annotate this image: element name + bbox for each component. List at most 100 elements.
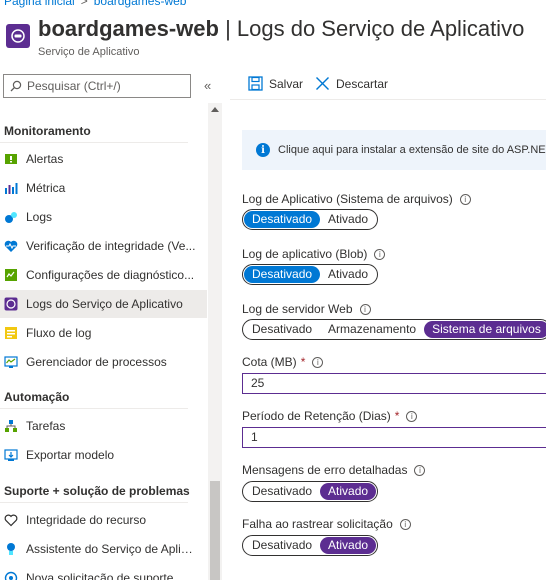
search-placeholder: Pesquisar (Ctrl+/) bbox=[27, 79, 121, 93]
sidebar-item-label: Exportar modelo bbox=[26, 448, 115, 462]
sidebar-item-metrics[interactable]: Métrica bbox=[0, 174, 207, 202]
sidebar-item-resource-health[interactable]: Integridade do recurso bbox=[0, 506, 207, 534]
field-label-text: Log de Aplicativo (Sistema de arquivos) bbox=[242, 192, 453, 206]
sidebar-item-export-template[interactable]: Exportar modelo bbox=[0, 441, 207, 469]
sidebar-item-label: Gerenciador de processos bbox=[26, 355, 167, 369]
app-log-fs-toggle[interactable]: Desativado Ativado bbox=[242, 209, 379, 230]
sidebar-item-support-request[interactable]: Nova solicitação de suporte bbox=[0, 564, 207, 580]
field-label-text: Falha ao rastrear solicitação bbox=[242, 517, 393, 531]
divider bbox=[0, 502, 188, 503]
field-label-text: Período de Retenção (Dias) bbox=[242, 409, 391, 423]
required-marker: * bbox=[300, 355, 306, 369]
sidebar-item-label: Fluxo de log bbox=[26, 326, 92, 340]
info-icon: i bbox=[256, 143, 270, 157]
option-file-system[interactable]: Sistema de arquivos bbox=[424, 321, 546, 338]
sidebar-item-diagnostic-settings[interactable]: Configurações de diagnóstico... bbox=[0, 261, 207, 289]
sidebar-item-process-explorer[interactable]: Gerenciador de processos bbox=[0, 348, 207, 376]
sidebar-item-app-service-advisor[interactable]: Assistente do Serviço de Aplic... bbox=[0, 535, 207, 563]
sidebar-item-label: Configurações de diagnóstico... bbox=[26, 268, 195, 282]
info-tooltip-icon[interactable]: i bbox=[312, 356, 324, 368]
app-service-icon bbox=[6, 24, 30, 48]
process-explorer-icon bbox=[4, 355, 18, 369]
app-service-logs-icon bbox=[4, 297, 18, 311]
option-off[interactable]: Desativado bbox=[244, 537, 320, 554]
section-monitoring: Monitoramento bbox=[4, 124, 91, 138]
sidebar: Pesquisar (Ctrl+/) « Monitoramento Alert… bbox=[0, 70, 222, 580]
info-banner-text: Clique aqui para instalar a extensão de … bbox=[278, 144, 546, 156]
sidebar-item-label: Tarefas bbox=[26, 419, 66, 433]
save-label: Salvar bbox=[269, 76, 304, 91]
collapse-sidebar-button[interactable]: « bbox=[204, 78, 211, 93]
sidebar-scrollbar[interactable] bbox=[208, 103, 222, 580]
failed-request-tracing-toggle[interactable]: Desativado Ativado bbox=[242, 535, 379, 556]
scrollbar-thumb[interactable] bbox=[210, 481, 220, 580]
main-content: Salvar Descartar i Clique aqui para inst… bbox=[230, 70, 546, 580]
retention-label: Período de Retenção (Dias) * i bbox=[242, 409, 418, 423]
toolbar: Salvar Descartar bbox=[230, 70, 546, 100]
search-icon bbox=[10, 80, 22, 92]
detailed-errors-label: Mensagens de erro detalhadas i bbox=[242, 463, 426, 477]
log-stream-icon bbox=[4, 326, 18, 340]
sidebar-item-logs[interactable]: Logs bbox=[0, 203, 207, 231]
sidebar-item-label: Logs do Serviço de Aplicativo bbox=[26, 297, 183, 311]
option-off[interactable]: Desativado bbox=[244, 483, 320, 500]
close-icon bbox=[316, 77, 329, 90]
page-title: boardgames-web | Logs do Serviço de Apli… bbox=[38, 16, 524, 42]
app-log-blob-label: Log de aplicativo (Blob) i bbox=[242, 247, 386, 261]
info-tooltip-icon[interactable]: i bbox=[459, 193, 471, 205]
option-off[interactable]: Desativado bbox=[244, 211, 321, 228]
save-icon bbox=[248, 76, 263, 91]
breadcrumb-separator: > bbox=[80, 0, 88, 8]
required-marker: * bbox=[394, 409, 400, 423]
field-label-text: Cota (MB) bbox=[242, 355, 297, 369]
app-window: Página inicial > boardgames-web boardgames… bbox=[0, 0, 546, 580]
option-on[interactable]: Ativado bbox=[320, 211, 376, 228]
info-tooltip-icon[interactable]: i bbox=[414, 464, 426, 476]
info-tooltip-icon[interactable]: i bbox=[406, 410, 418, 422]
sidebar-item-label: Integridade do recurso bbox=[26, 513, 147, 527]
sidebar-item-label: Verificação de integridade (Ve... bbox=[26, 239, 196, 253]
breadcrumb-current-link[interactable]: boardgames-web bbox=[94, 0, 187, 8]
sidebar-item-alerts[interactable]: Alertas bbox=[0, 145, 207, 173]
blade-title: Logs do Serviço de Aplicativo bbox=[236, 16, 525, 41]
info-banner[interactable]: i Clique aqui para instalar a extensão d… bbox=[242, 130, 546, 170]
scroll-up-arrow-icon[interactable] bbox=[211, 107, 219, 112]
sidebar-item-app-service-logs[interactable]: Logs do Serviço de Aplicativo bbox=[0, 290, 207, 318]
app-service-advisor-icon bbox=[4, 542, 18, 556]
retention-input[interactable]: 1 bbox=[242, 427, 546, 448]
sidebar-item-tasks[interactable]: Tarefas bbox=[0, 412, 207, 440]
option-storage[interactable]: Armazenamento bbox=[320, 321, 424, 338]
quota-label: Cota (MB) * i bbox=[242, 355, 324, 369]
info-tooltip-icon[interactable]: i bbox=[374, 248, 386, 260]
option-on[interactable]: Ativado bbox=[320, 483, 377, 500]
app-log-blob-toggle[interactable]: Desativado Ativado bbox=[242, 264, 379, 285]
quota-input[interactable]: 25 bbox=[242, 373, 546, 394]
logs-icon bbox=[4, 210, 18, 224]
sidebar-item-health-check[interactable]: Verificação de integridade (Ve... bbox=[0, 232, 207, 260]
search-input[interactable]: Pesquisar (Ctrl+/) bbox=[3, 74, 191, 98]
sidebar-item-label: Logs bbox=[26, 210, 53, 224]
sidebar-item-log-stream[interactable]: Fluxo de log bbox=[0, 319, 207, 347]
info-tooltip-icon[interactable]: i bbox=[359, 303, 371, 315]
divider bbox=[0, 408, 188, 409]
option-off[interactable]: Desativado bbox=[244, 321, 320, 338]
option-on[interactable]: Ativado bbox=[320, 266, 376, 283]
export-template-icon bbox=[4, 448, 18, 462]
section-support: Suporte + solução de problemas bbox=[4, 484, 190, 498]
breadcrumb-home-link[interactable]: Página inicial bbox=[4, 0, 75, 8]
option-off[interactable]: Desativado bbox=[244, 266, 321, 283]
web-server-log-toggle[interactable]: Desativado Armazenamento Sistema de arqu… bbox=[242, 319, 546, 340]
save-button[interactable]: Salvar bbox=[248, 76, 303, 91]
title-separator: | bbox=[225, 16, 231, 41]
sidebar-item-label: Métrica bbox=[26, 181, 66, 195]
resource-health-icon bbox=[4, 513, 18, 527]
section-automation: Automação bbox=[4, 390, 70, 404]
info-tooltip-icon[interactable]: i bbox=[399, 518, 411, 530]
breadcrumb: Página inicial > boardgames-web bbox=[4, 0, 186, 8]
discard-button[interactable]: Descartar bbox=[315, 76, 388, 91]
option-on[interactable]: Ativado bbox=[320, 537, 377, 554]
support-request-icon bbox=[4, 571, 18, 580]
detailed-errors-toggle[interactable]: Desativado Ativado bbox=[242, 481, 379, 502]
field-label-text: Log de servidor Web bbox=[242, 302, 353, 316]
field-label-text: Mensagens de erro detalhadas bbox=[242, 463, 408, 477]
